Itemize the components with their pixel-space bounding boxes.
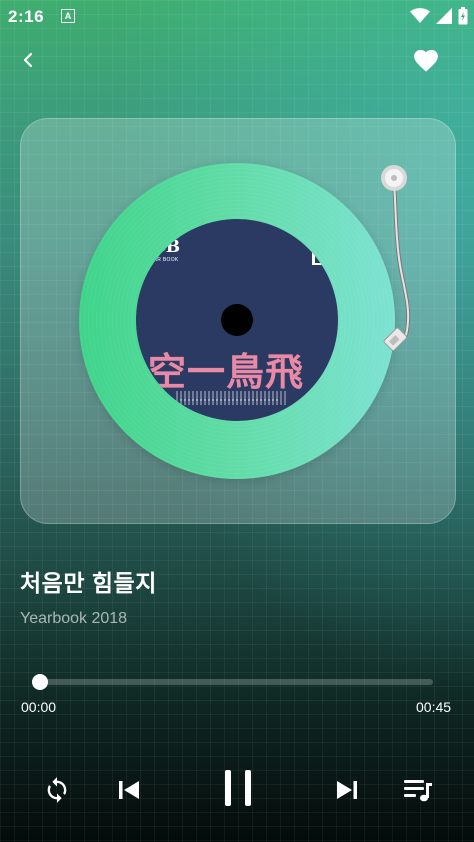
current-time: 00:00: [21, 699, 57, 715]
progress-bar[interactable]: [32, 674, 433, 690]
skip-next-icon: [337, 781, 357, 799]
album-cover-title: 空一鳥飛: [148, 350, 305, 394]
status-time: 2:16: [8, 7, 45, 26]
previous-button[interactable]: [112, 774, 146, 806]
total-time: 00:45: [416, 699, 452, 715]
queue-music-icon: [404, 780, 432, 802]
repeat-button[interactable]: [40, 773, 74, 807]
album-brand-sub: EAR BOOK: [150, 257, 179, 263]
signal-icon: [436, 8, 452, 24]
pause-icon: [225, 770, 251, 806]
album-name: Yearbook 2018: [20, 610, 128, 627]
song-title: 처음만 힘들지: [20, 570, 157, 596]
album-mark: [312, 249, 326, 265]
queue-button[interactable]: [401, 773, 435, 807]
status-bar: 2:16 A: [0, 0, 474, 32]
wifi-icon: [410, 8, 430, 23]
back-button[interactable]: [14, 46, 42, 74]
battery-icon: [458, 7, 468, 25]
repeat-icon: [47, 777, 67, 803]
album-fine-print-line: [180, 399, 280, 401]
favorite-button[interactable]: [410, 44, 442, 76]
progress-thumb[interactable]: [32, 674, 48, 690]
heart-icon: [414, 49, 438, 72]
next-button[interactable]: [330, 774, 364, 806]
pause-button[interactable]: [216, 763, 260, 813]
notification-icon: A: [61, 9, 75, 23]
album-fine-print: [176, 391, 286, 405]
record-spindle: [221, 304, 253, 336]
album-cover-year: 20: [314, 389, 332, 405]
status-icons: [410, 6, 468, 26]
chevron-left-icon: [23, 52, 33, 68]
skip-previous-icon: [119, 781, 139, 799]
album-brand: DB: [152, 237, 180, 257]
